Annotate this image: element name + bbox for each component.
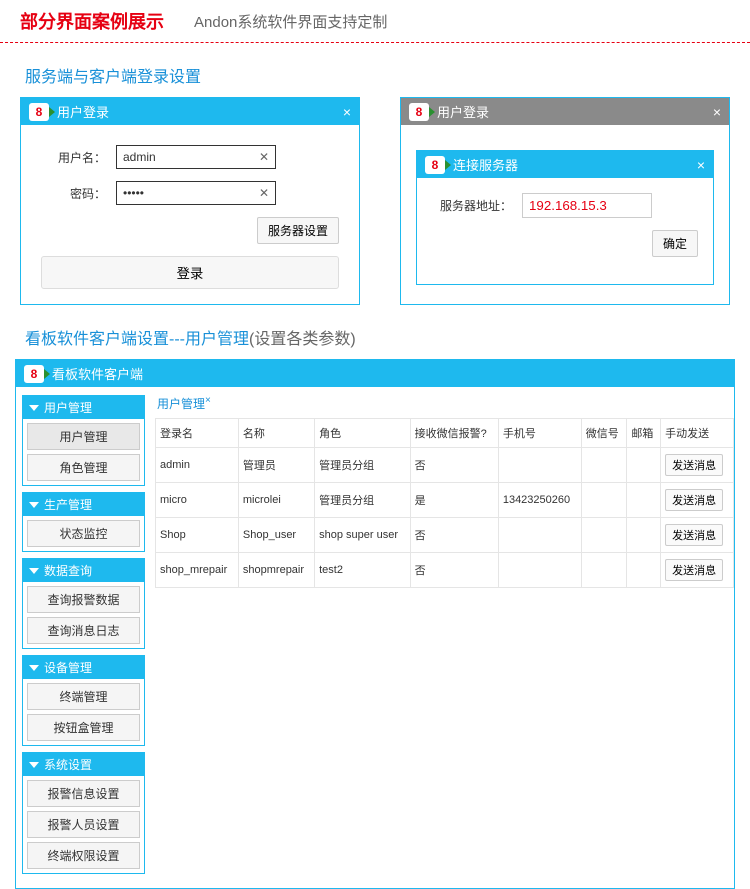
server-address-input[interactable] (522, 193, 652, 218)
clear-icon[interactable]: ✕ (259, 150, 269, 164)
sidebar-item[interactable]: 报警信息设置 (27, 780, 140, 807)
user-table: 登录名名称角色接收微信报警?手机号微信号邮箱手动发送 admin管理员管理员分组… (155, 418, 734, 588)
sidebar-item[interactable]: 用户管理 (27, 423, 140, 450)
server-settings-button[interactable]: 服务器设置 (257, 217, 339, 244)
close-icon[interactable]: × (713, 104, 721, 120)
server-modal-titlebar: 连接服务器 × (417, 151, 713, 178)
table-row: ShopShop_usershop super user否发送消息 (156, 518, 734, 553)
chevron-down-icon (29, 762, 39, 768)
tab-user-management[interactable]: 用户管理× (155, 393, 734, 418)
section2-title: 看板软件客户端设置---用户管理(设置各类参数) (0, 305, 750, 359)
tab-close-icon[interactable]: × (205, 395, 211, 406)
table-header: 登录名 (156, 419, 239, 448)
server-window: 用户登录 × 连接服务器 × 服务器地址： 确定 (400, 97, 730, 305)
sidebar-item[interactable]: 状态监控 (27, 520, 140, 547)
login-button[interactable]: 登录 (41, 256, 339, 289)
server-modal-title: 连接服务器 (453, 155, 518, 174)
close-icon[interactable]: × (697, 157, 705, 173)
page-header: 部分界面案例展示 Andon系统软件界面支持定制 (0, 0, 750, 43)
table-header: 接收微信报警? (410, 419, 498, 448)
table-header: 名称 (238, 419, 314, 448)
chevron-down-icon (29, 405, 39, 411)
section1-title: 服务端与客户端登录设置 (0, 43, 750, 97)
sidebar-item[interactable]: 终端管理 (27, 683, 140, 710)
server-modal: 连接服务器 × 服务器地址： 确定 (416, 150, 714, 285)
sidebar-item[interactable]: 报警人员设置 (27, 811, 140, 838)
app-icon (425, 156, 445, 174)
login-titlebar: 用户登录 × (21, 98, 359, 125)
client-window: 看板软件客户端 用户管理用户管理角色管理生产管理状态监控数据查询查询报警数据查询… (15, 359, 735, 889)
username-label: 用户名： (41, 149, 106, 166)
table-row: admin管理员管理员分组否发送消息 (156, 448, 734, 483)
sidebar-group-head[interactable]: 系统设置 (23, 753, 144, 776)
sidebar-group-head[interactable]: 数据查询 (23, 559, 144, 582)
header-title-red: 部分界面案例展示 (20, 8, 164, 34)
sidebar-item[interactable]: 查询消息日志 (27, 617, 140, 644)
sidebar-item[interactable]: 按钮盒管理 (27, 714, 140, 741)
sidebar-group-head[interactable]: 用户管理 (23, 396, 144, 419)
table-header: 微信号 (581, 419, 627, 448)
send-message-button[interactable]: 发送消息 (665, 524, 723, 546)
table-header: 邮箱 (627, 419, 661, 448)
server-address-label: 服务器地址： (432, 197, 512, 214)
client-app-title: 看板软件客户端 (52, 364, 143, 383)
header-title-gray: Andon系统软件界面支持定制 (194, 11, 387, 32)
login-window-title: 用户登录 (57, 102, 109, 121)
password-input[interactable]: ••••• ✕ (116, 181, 276, 205)
app-icon (409, 103, 429, 121)
table-row: shop_mrepairshopmrepairtest2否发送消息 (156, 553, 734, 588)
login-window: 用户登录 × 用户名： admin ✕ 密码： ••••• ✕ 服务器设置 (20, 97, 360, 305)
table-header: 手动发送 (661, 419, 734, 448)
table-row: micromicrolei管理员分组是13423250260发送消息 (156, 483, 734, 518)
table-header: 角色 (315, 419, 411, 448)
app-icon (24, 365, 44, 383)
sidebar: 用户管理用户管理角色管理生产管理状态监控数据查询查询报警数据查询消息日志设备管理… (16, 387, 151, 888)
server-outer-titlebar: 用户登录 × (401, 98, 729, 125)
sidebar-group-head[interactable]: 生产管理 (23, 493, 144, 516)
sidebar-group-head[interactable]: 设备管理 (23, 656, 144, 679)
chevron-down-icon (29, 568, 39, 574)
client-titlebar: 看板软件客户端 (16, 360, 734, 387)
server-outer-title: 用户登录 (437, 102, 489, 121)
confirm-button[interactable]: 确定 (652, 230, 698, 257)
clear-icon[interactable]: ✕ (259, 186, 269, 200)
username-input[interactable]: admin ✕ (116, 145, 276, 169)
send-message-button[interactable]: 发送消息 (665, 454, 723, 476)
password-label: 密码： (41, 185, 106, 202)
sidebar-item[interactable]: 角色管理 (27, 454, 140, 481)
chevron-down-icon (29, 502, 39, 508)
chevron-down-icon (29, 665, 39, 671)
main-content: 用户管理× 登录名名称角色接收微信报警?手机号微信号邮箱手动发送 admin管理… (151, 387, 734, 888)
close-icon[interactable]: × (343, 104, 351, 120)
send-message-button[interactable]: 发送消息 (665, 489, 723, 511)
sidebar-item[interactable]: 查询报警数据 (27, 586, 140, 613)
send-message-button[interactable]: 发送消息 (665, 559, 723, 581)
app-icon (29, 103, 49, 121)
table-header: 手机号 (498, 419, 581, 448)
sidebar-item[interactable]: 终端权限设置 (27, 842, 140, 869)
